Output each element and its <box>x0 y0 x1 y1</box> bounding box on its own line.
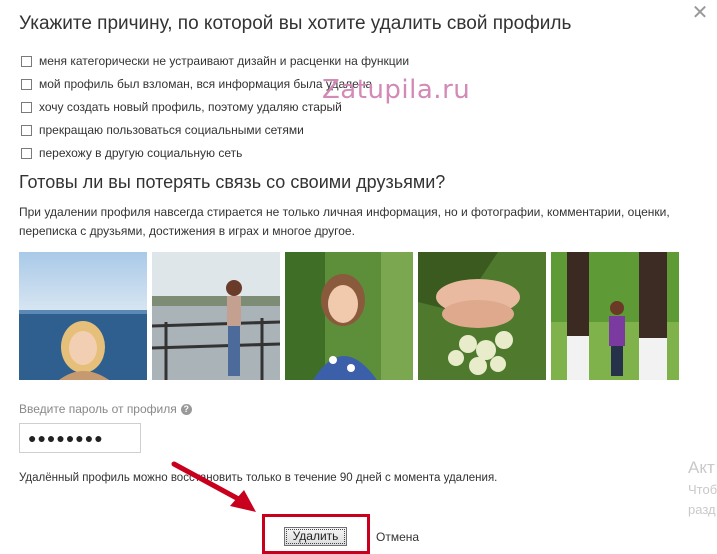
reason-checkbox[interactable] <box>21 148 32 159</box>
reason-checkbox[interactable] <box>21 102 32 113</box>
reason-checkbox[interactable] <box>21 79 32 90</box>
password-input[interactable]: ●●●●●●●● <box>19 423 141 453</box>
dialog-title: Укажите причину, по которой вы хотите уд… <box>19 13 572 34</box>
reason-checkbox[interactable] <box>21 125 32 136</box>
ghost-text: разд <box>688 502 716 517</box>
close-icon[interactable]: ✕ <box>690 3 710 23</box>
help-icon[interactable]: ? <box>180 404 192 416</box>
section-title: Готовы ли вы потерять связь со своими др… <box>19 172 446 192</box>
ghost-text: Чтоб <box>688 482 717 497</box>
reason-label[interactable]: хочу создать новый профиль, поэтому удал… <box>39 100 342 114</box>
ghost-text: Акт <box>688 458 715 477</box>
watermark: Zatupila.ru <box>322 75 471 105</box>
password-label-text: Введите пароль от профиля <box>19 402 177 416</box>
password-label: Введите пароль от профиля? <box>19 402 192 416</box>
photo-hands-bouquet[interactable] <box>418 252 546 380</box>
photo-girl-by-tree[interactable] <box>551 252 679 380</box>
photo-girl-on-pier[interactable] <box>152 252 280 380</box>
reason-label[interactable]: прекращаю пользоваться социальными сетям… <box>39 123 304 137</box>
reason-label[interactable]: меня категорически не устраивают дизайн … <box>39 54 409 68</box>
cancel-link[interactable]: Отмена <box>376 530 419 544</box>
friend-photos <box>19 252 679 380</box>
section-description: При удалении профиля навсегда стирается … <box>19 205 670 238</box>
red-arrow-icon <box>171 461 256 512</box>
photo-girl-by-sea[interactable] <box>19 252 147 380</box>
reason-checkbox[interactable] <box>21 56 32 67</box>
delete-button[interactable]: Удалить <box>284 527 347 546</box>
reason-label[interactable]: перехожу в другую социальную сеть <box>39 146 242 160</box>
photo-girl-portrait[interactable] <box>285 252 413 380</box>
